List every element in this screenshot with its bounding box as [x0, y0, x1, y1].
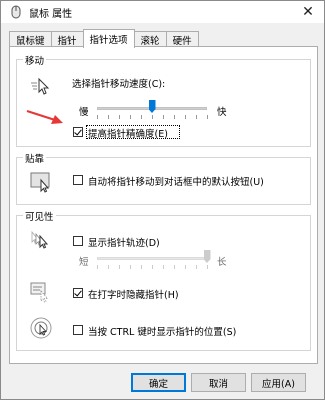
slider-tick — [163, 265, 164, 269]
snap-group-title: 贴靠 — [23, 151, 47, 165]
slider-tick — [141, 115, 142, 119]
tab-strip: 鼠标键 指针 指针选项 滚轮 硬件 — [9, 29, 199, 48]
pointer-trails-label[interactable]: 显示指针轨迹(D) — [88, 235, 160, 249]
speed-slider-thumb[interactable] — [148, 100, 156, 113]
pointer-speed-icon — [29, 74, 53, 98]
snap-to-icon — [29, 170, 53, 194]
short-label: 短 — [79, 257, 89, 268]
show-location-icon — [29, 316, 53, 340]
trails-slider-track[interactable] — [97, 257, 207, 260]
slider-tick — [97, 115, 98, 119]
slider-tick — [108, 115, 109, 119]
slider-tick — [163, 115, 164, 119]
pointer-trails-icon — [29, 228, 53, 252]
slider-tick — [130, 115, 131, 119]
pointer-trails-checkbox[interactable] — [73, 236, 83, 246]
ok-button[interactable]: 确定 — [131, 373, 186, 392]
show-location-checkbox[interactable] — [73, 325, 83, 335]
slider-tick — [119, 265, 120, 269]
tab-pointers[interactable]: 指针 — [50, 31, 84, 47]
motion-group-title: 移动 — [23, 53, 47, 67]
snap-to-label[interactable]: 自动将指针移动到对话框中的默认按钮(U) — [88, 174, 264, 188]
slider-tick — [108, 265, 109, 269]
slider-tick — [141, 265, 142, 269]
slider-tick — [152, 115, 153, 119]
slider-tick — [207, 265, 208, 269]
tab-wheel[interactable]: 滚轮 — [133, 31, 167, 47]
title-bar: 鼠标 属性 ✕ — [1, 1, 324, 23]
motion-group: 移动 选择指针移动速度(C): 慢 快 提高指针精确度(E) — [16, 53, 311, 147]
visibility-group-title: 可见性 — [23, 209, 56, 223]
tab-buttons[interactable]: 鼠标键 — [9, 31, 52, 47]
pointer-options-panel: 移动 选择指针移动速度(C): 慢 快 提高指针精确度(E) 贴靠 自动将指针移… — [9, 46, 318, 364]
show-location-label[interactable]: 当按 CTRL 键时显示指针的位置(S) — [88, 324, 236, 338]
tab-hardware[interactable]: 硬件 — [165, 31, 199, 47]
precision-label[interactable]: 提高指针精确度(E) — [88, 126, 168, 140]
slider-tick — [196, 265, 197, 269]
slider-tick — [119, 115, 120, 119]
close-button[interactable]: ✕ — [298, 3, 318, 21]
visibility-group: 可见性 显示指针轨迹(D) 短 长 在打字时隐藏指针(H) 当按 CTRL 键时… — [16, 209, 311, 351]
slider-tick — [207, 115, 208, 119]
cancel-button[interactable]: 取消 — [191, 373, 246, 392]
fast-label: 快 — [217, 107, 227, 118]
snap-group: 贴靠 自动将指针移动到对话框中的默认按钮(U) — [16, 151, 311, 205]
hide-while-typing-icon — [29, 280, 53, 304]
slider-tick — [185, 265, 186, 269]
precision-checkbox[interactable] — [73, 127, 83, 137]
slider-tick — [97, 265, 98, 269]
mouse-properties-dialog: 鼠标 属性 ✕ 鼠标键 指针 指针选项 滚轮 硬件 移动 选择指针移动速度(C)… — [0, 0, 325, 400]
speed-label: 选择指针移动速度(C): — [72, 79, 166, 90]
long-label: 长 — [217, 257, 227, 268]
apply-button[interactable]: 应用(A) — [251, 373, 306, 392]
annotation-arrow — [26, 109, 63, 124]
trails-slider-thumb[interactable] — [203, 250, 211, 263]
slow-label: 慢 — [79, 107, 89, 118]
hide-while-typing-checkbox[interactable] — [73, 288, 83, 298]
slider-tick — [196, 115, 197, 119]
slider-tick — [185, 115, 186, 119]
slider-tick — [130, 265, 131, 269]
window-title: 鼠标 属性 — [29, 8, 73, 20]
mouse-icon — [9, 5, 23, 19]
slider-tick — [174, 115, 175, 119]
snap-to-checkbox[interactable] — [73, 175, 83, 185]
slider-tick — [152, 265, 153, 269]
hide-while-typing-label[interactable]: 在打字时隐藏指针(H) — [88, 287, 179, 301]
tab-pointer-options[interactable]: 指针选项 — [82, 29, 135, 48]
slider-tick — [174, 265, 175, 269]
